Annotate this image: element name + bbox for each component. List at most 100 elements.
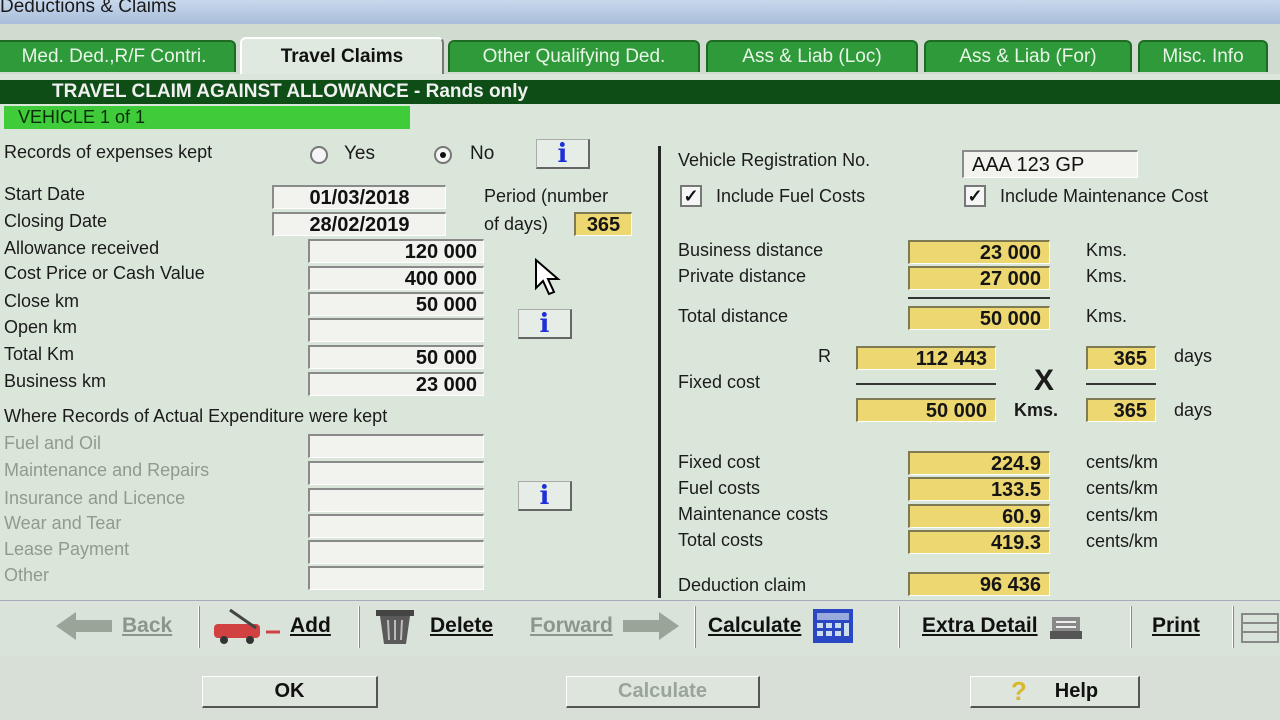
- records-kept-label: Records of expenses kept: [4, 142, 213, 162]
- notepad-icon: [1049, 617, 1082, 639]
- actual-expenditure-heading: Where Records of Actual Expenditure were…: [4, 406, 388, 426]
- private-distance-unit: Kms.: [1086, 266, 1128, 286]
- business-km-label: Business km: [4, 371, 107, 391]
- total-costs-label: Total costs: [678, 530, 764, 550]
- ok-button[interactable]: OK: [202, 676, 378, 708]
- toolbar-separator: [898, 606, 900, 648]
- fixed-cost-field: 224.9: [908, 451, 1050, 475]
- business-distance-field: 23 000: [908, 240, 1050, 264]
- toolbar-separator: [694, 606, 696, 648]
- total-distance-unit: Kms.: [1086, 306, 1128, 326]
- fuel-oil-label: Fuel and Oil: [4, 433, 102, 453]
- tab-ass-liab-loc[interactable]: Ass & Liab (Loc): [706, 40, 918, 72]
- calculate-toolbar-button[interactable]: Calculate: [708, 606, 855, 646]
- fixed-days-top-field: 365: [1086, 346, 1156, 370]
- wear-tear-field[interactable]: [308, 514, 484, 538]
- fraction-line-left: [856, 383, 996, 385]
- closing-date-field[interactable]: 28/02/2019: [272, 212, 446, 236]
- kms-bold-label: Kms.: [1014, 400, 1059, 420]
- vehicle-registration-field[interactable]: AAA 123 GP: [962, 150, 1138, 178]
- help-button[interactable]: ? Help: [970, 676, 1140, 708]
- column-divider: [658, 146, 661, 598]
- fuel-costs-field: 133.5: [908, 477, 1050, 501]
- maintenance-costs-unit: cents/km: [1086, 505, 1159, 525]
- period-label-line1: Period (number: [484, 186, 609, 206]
- tab-travel-claims[interactable]: Travel Claims: [240, 37, 444, 74]
- other-label: Other: [4, 565, 50, 585]
- info-button-records[interactable]: i: [536, 139, 590, 169]
- records-no-radio[interactable]: [434, 146, 452, 164]
- toolbar-separator: [1130, 606, 1132, 648]
- close-km-field[interactable]: 50 000: [308, 292, 484, 316]
- forward-arrow-icon: [622, 612, 679, 640]
- vehicle-indicator: VEHICLE 1 of 1: [4, 106, 410, 129]
- title-bar: [0, 0, 1280, 24]
- vehicle-registration-label: Vehicle Registration No.: [678, 150, 871, 170]
- open-km-field[interactable]: [308, 318, 484, 342]
- total-costs-unit: cents/km: [1086, 531, 1159, 551]
- info-icon: i: [557, 138, 568, 169]
- records-no-label: No: [470, 143, 495, 164]
- tab-ass-liab-for[interactable]: Ass & Liab (For): [924, 40, 1132, 72]
- total-distance-label: Total distance: [678, 306, 789, 326]
- add-button[interactable]: Add: [210, 606, 331, 646]
- lease-payment-field[interactable]: [308, 540, 484, 564]
- delete-button[interactable]: Delete: [370, 606, 493, 646]
- include-maintenance-checkbox[interactable]: ✓: [964, 185, 986, 207]
- cost-price-field[interactable]: 400 000: [308, 266, 484, 290]
- trash-icon: [376, 610, 414, 644]
- extra-detail-button[interactable]: Extra Detail: [922, 606, 1084, 646]
- multiply-sign: X: [1034, 364, 1055, 397]
- days-unit-top: days: [1174, 346, 1213, 366]
- tab-misc-info[interactable]: Misc. Info: [1138, 40, 1268, 72]
- fuel-oil-field[interactable]: [308, 434, 484, 458]
- insurance-licence-field[interactable]: [308, 488, 484, 512]
- include-maintenance-label: Include Maintenance Cost: [1000, 186, 1209, 206]
- back-button[interactable]: Back: [56, 606, 172, 646]
- info-icon: i: [539, 480, 550, 511]
- include-fuel-checkbox[interactable]: ✓: [680, 185, 702, 207]
- closing-date-label: Closing Date: [4, 211, 108, 231]
- maintenance-repairs-field[interactable]: [308, 461, 484, 485]
- insurance-licence-label: Insurance and Licence: [4, 488, 186, 508]
- allowance-label: Allowance received: [4, 238, 160, 258]
- print-button[interactable]: Print: [1152, 606, 1200, 646]
- deduction-claim-label: Deduction claim: [678, 575, 807, 595]
- total-km-field: 50 000: [308, 345, 484, 369]
- other-field[interactable]: [308, 566, 484, 590]
- calculate-footer-button[interactable]: Calculate: [566, 676, 760, 708]
- maintenance-costs-label: Maintenance costs: [678, 504, 829, 524]
- fraction-line-right: [1086, 383, 1156, 385]
- include-fuel-label: Include Fuel Costs: [716, 186, 866, 206]
- mouse-cursor-icon: [535, 258, 561, 296]
- business-km-field[interactable]: 23 000: [308, 372, 484, 396]
- info-icon: i: [539, 308, 550, 339]
- deduction-claim-field: 96 436: [908, 572, 1050, 596]
- allowance-field[interactable]: 120 000: [308, 239, 484, 263]
- toolbar-separator: [198, 606, 200, 648]
- maintenance-costs-field: 60.9: [908, 504, 1050, 528]
- tab-other-qualifying[interactable]: Other Qualifying Ded.: [448, 40, 700, 72]
- info-button-expenditure[interactable]: i: [518, 481, 572, 511]
- start-date-label: Start Date: [4, 184, 86, 204]
- cost-price-label: Cost Price or Cash Value: [4, 263, 205, 283]
- records-yes-label: Yes: [344, 143, 375, 164]
- fixed-days-bottom-field: 365: [1086, 398, 1156, 422]
- question-mark-icon: ?: [1010, 676, 1027, 706]
- period-days-field: 365: [574, 212, 632, 236]
- more-icon[interactable]: [1240, 610, 1280, 646]
- fuel-costs-unit: cents/km: [1086, 478, 1159, 498]
- sum-line: [908, 297, 1050, 299]
- business-distance-unit: Kms.: [1086, 240, 1128, 260]
- forward-button[interactable]: Forward: [530, 606, 679, 646]
- info-button-km[interactable]: i: [518, 309, 572, 339]
- start-date-field[interactable]: 01/03/2018: [272, 185, 446, 209]
- fixed-cost-unit: cents/km: [1086, 452, 1159, 472]
- records-yes-radio[interactable]: [310, 146, 328, 164]
- fixed-cost-label: Fixed cost: [678, 452, 761, 472]
- add-car-icon: [214, 608, 280, 644]
- toolbar-separator: [358, 606, 360, 648]
- tab-med-ded[interactable]: Med. Ded.,R/F Contri.: [0, 40, 236, 72]
- close-km-label: Close km: [4, 291, 80, 311]
- back-arrow-icon: [56, 612, 112, 640]
